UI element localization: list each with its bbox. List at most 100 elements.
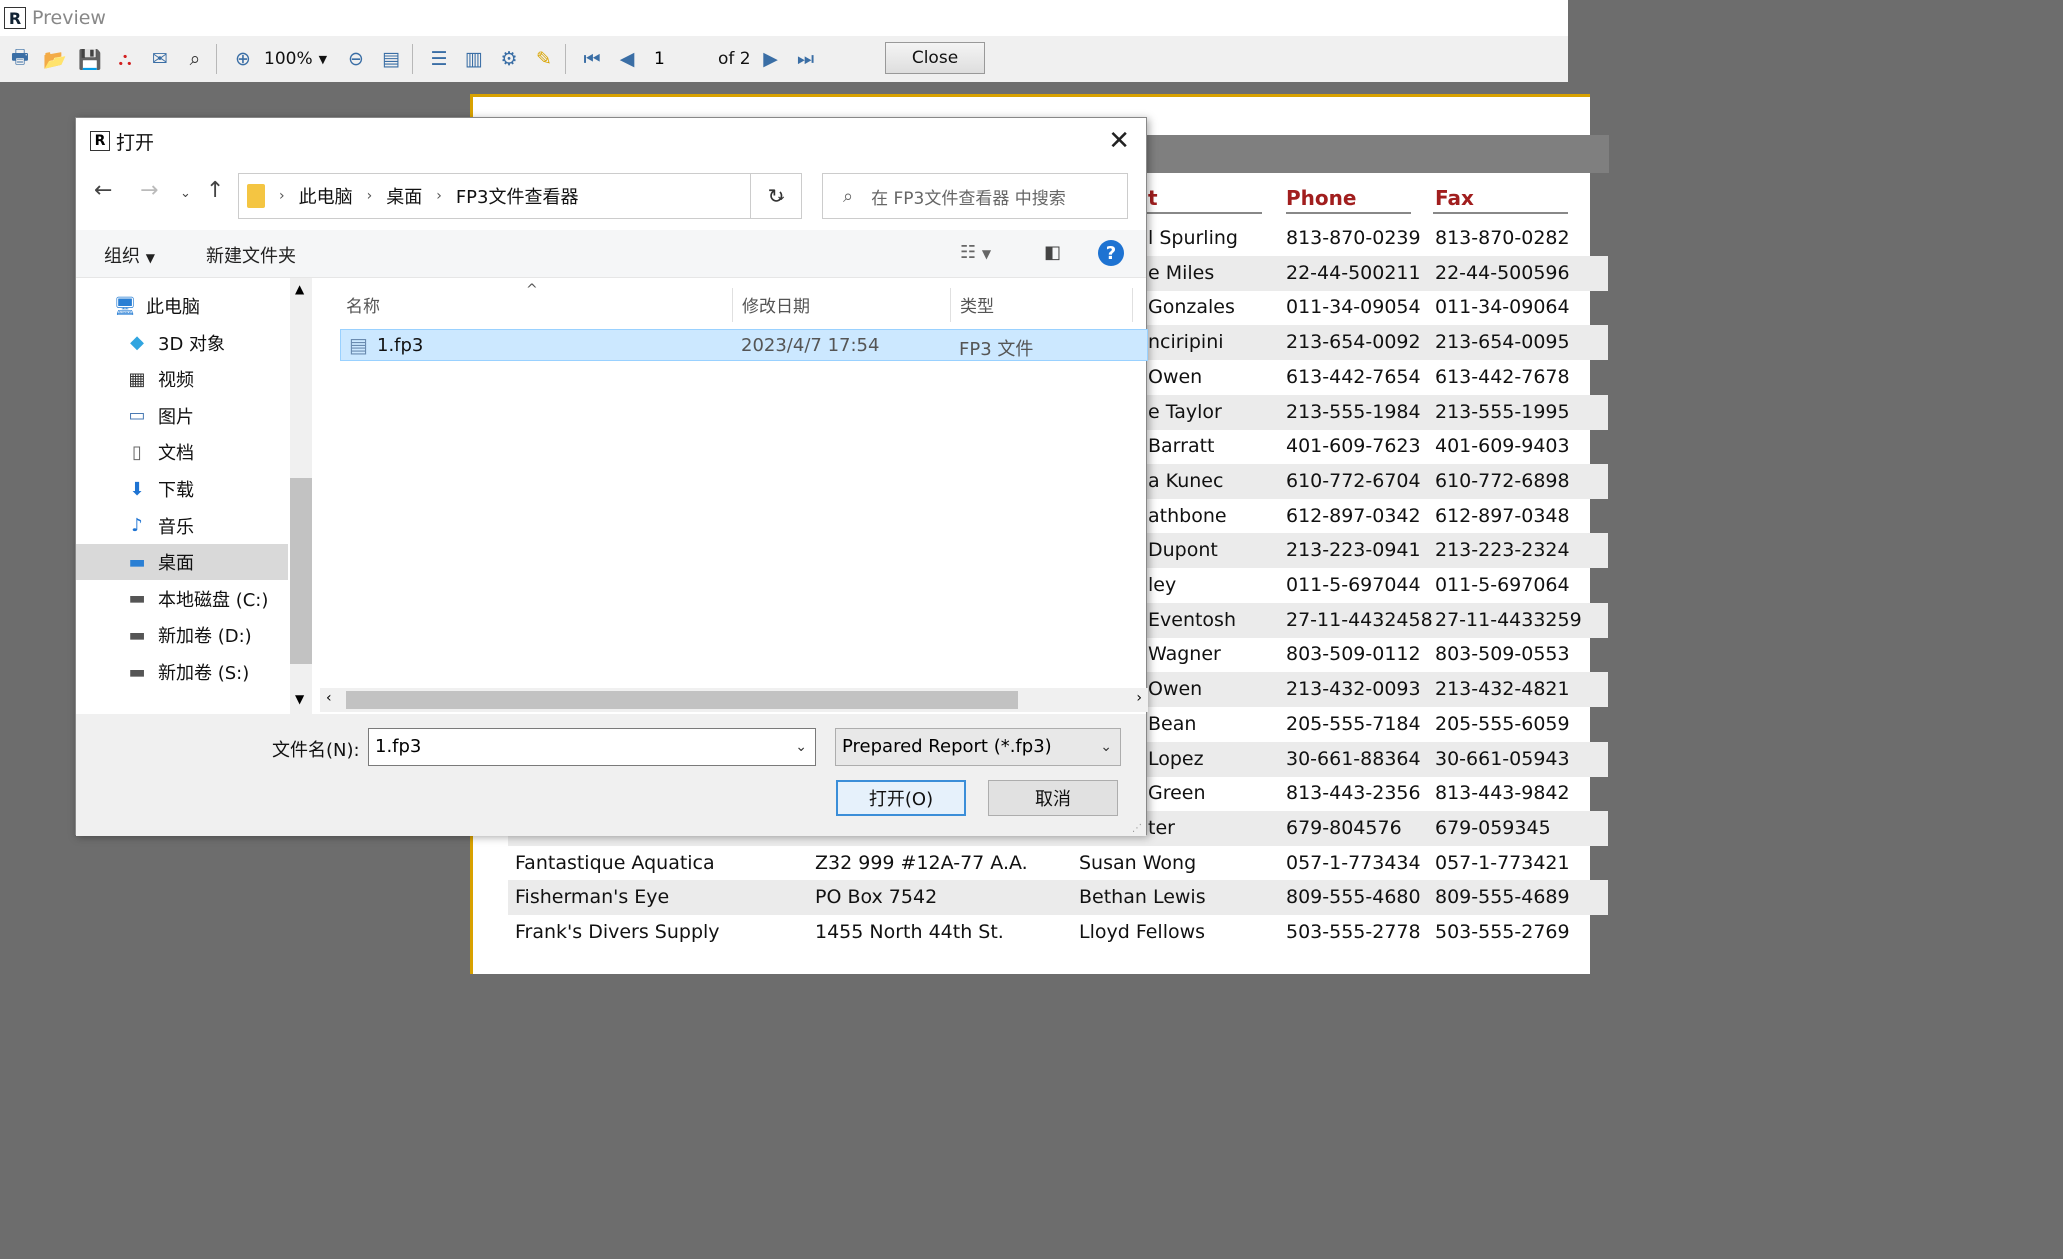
contact-cell: Eventosh: [1148, 608, 1236, 631]
first-page-icon[interactable]: ⏮: [577, 44, 607, 74]
page-setup-icon[interactable]: ⚙: [494, 44, 524, 74]
back-arrow-icon[interactable]: ←: [94, 178, 112, 203]
contact-cell: e Miles: [1148, 261, 1215, 284]
drive-icon: ▬: [128, 588, 146, 610]
email-icon[interactable]: ✉: [145, 44, 175, 74]
breadcrumb-item[interactable]: FP3文件查看器: [456, 183, 579, 209]
last-page-icon[interactable]: ⏭: [791, 44, 821, 74]
contact-cell: Lopez: [1148, 747, 1204, 770]
chevron-left-icon[interactable]: ‹: [326, 690, 332, 706]
prev-page-icon[interactable]: ◀: [612, 44, 642, 74]
hscroll-thumb[interactable]: [346, 691, 1018, 709]
tree-item[interactable]: ♪ 音乐: [76, 508, 288, 544]
save-icon[interactable]: 💾: [75, 44, 105, 74]
outline-icon[interactable]: ☰: [424, 44, 454, 74]
tree-scroll-thumb[interactable]: [290, 478, 312, 664]
filetype-select[interactable]: Prepared Report (*.fp3) ⌄: [835, 728, 1121, 766]
chevron-right-icon[interactable]: ›: [1136, 690, 1142, 706]
picture-icon: ▭: [128, 405, 146, 427]
file-type: FP3 文件: [959, 339, 1034, 360]
organize-menu[interactable]: 组织 ▼: [104, 242, 155, 268]
search-box[interactable]: ⌕ 在 FP3文件查看器 中搜索: [822, 173, 1128, 219]
tree-item[interactable]: ▬ 本地磁盘 (C:): [76, 581, 288, 617]
address-bar[interactable]: › 此电脑 › 桌面 › FP3文件查看器 ⌄: [238, 173, 802, 219]
phone-cell: 612-897-0342: [1286, 504, 1421, 527]
view-options-icon[interactable]: ☷ ▼: [960, 242, 991, 263]
zoom-in-icon[interactable]: ⊕: [228, 44, 258, 74]
column-modified[interactable]: 修改日期: [742, 292, 810, 317]
phone-cell: 213-654-0092: [1286, 331, 1421, 354]
tree-scrollbar[interactable]: ▲ ▼: [290, 278, 312, 714]
tree-item[interactable]: ▬ 桌面: [76, 544, 288, 581]
help-icon[interactable]: ?: [1098, 240, 1124, 266]
phone-cell: 30-661-88364: [1286, 747, 1421, 770]
header-underline: [1433, 212, 1568, 214]
print-icon[interactable]: 🖶: [5, 44, 35, 74]
up-arrow-icon[interactable]: ↑: [206, 178, 224, 203]
table-row: Fisherman's Eye PO Box 7542 Bethan Lewis 80…: [508, 880, 1608, 916]
close-button[interactable]: Close: [885, 42, 985, 74]
contact-cell: Owen: [1148, 678, 1203, 701]
open-button[interactable]: 打开(O): [836, 780, 966, 816]
tree-item[interactable]: ▬ 新加卷 (S:): [76, 654, 288, 690]
thumbnails-icon[interactable]: ▥: [459, 44, 489, 74]
tree-item[interactable]: 🖥 此电脑: [76, 288, 288, 324]
tree-item-label: 桌面: [158, 553, 194, 575]
cancel-button[interactable]: 取消: [988, 780, 1118, 816]
breadcrumb-item[interactable]: 此电脑: [299, 183, 353, 209]
tree-item[interactable]: ▦ 视频: [76, 361, 288, 397]
filename-input[interactable]: 1.fp3 ⌄: [368, 728, 816, 766]
column-divider[interactable]: [732, 288, 733, 322]
tree-item-label: 视频: [158, 370, 194, 392]
phone-cell: 809-555-4680: [1286, 886, 1421, 909]
column-divider[interactable]: [950, 288, 951, 322]
tree-item[interactable]: ⬇ 下载: [76, 471, 288, 507]
toolbar-separator: [565, 44, 566, 74]
next-page-icon[interactable]: ▶: [756, 44, 786, 74]
contact-cell: Barratt: [1148, 435, 1215, 458]
fax-cell: 213-223-2324: [1435, 539, 1570, 562]
chevron-up-icon[interactable]: ▲: [295, 282, 304, 296]
column-name[interactable]: 名称: [346, 292, 380, 317]
document-icon: ▯: [132, 441, 142, 463]
refresh-icon[interactable]: ↻: [750, 173, 802, 219]
zoom-value: 100%: [264, 49, 313, 69]
column-divider[interactable]: [1132, 288, 1133, 322]
zoom-out-icon[interactable]: ⊖: [341, 44, 371, 74]
file-name: 1.fp3: [377, 335, 424, 356]
tree-item-label: 图片: [158, 406, 194, 428]
resize-grip-icon[interactable]: ⋰: [1132, 823, 1142, 834]
phone-cell: 22-44-500211: [1286, 261, 1421, 284]
file-row[interactable]: ▤ 1.fp3 2023/4/7 17:54 FP3 文件: [340, 329, 1148, 361]
new-folder-button[interactable]: 新建文件夹: [206, 242, 296, 268]
navigation-tree: 🖥 此电脑 ◆ 3D 对象 ▦ 视频 ▭ 图片 ▯ 文档 ⬇ 下载 ♪ 音乐 ▬ 桌面 ▬ 本地磁盘 (C:) ▬ 新…: [76, 278, 312, 714]
close-icon[interactable]: ✕: [1108, 126, 1130, 156]
preview-pane-icon[interactable]: ◧: [1044, 242, 1061, 263]
tree-item[interactable]: ◆ 3D 对象: [76, 325, 288, 361]
chevron-down-icon[interactable]: ⌄: [795, 729, 807, 765]
contact-cell: athbone: [1148, 504, 1227, 527]
edit-icon[interactable]: ✎: [529, 44, 559, 74]
find-icon[interactable]: ⌕: [180, 44, 210, 74]
forward-arrow-icon[interactable]: →: [140, 178, 158, 203]
sort-up-icon: ^: [526, 282, 538, 298]
file-list-hscrollbar[interactable]: ‹ ›: [320, 688, 1148, 712]
tree-item[interactable]: ▬ 新加卷 (D:): [76, 617, 288, 653]
chevron-down-icon[interactable]: ▼: [295, 692, 304, 706]
header-underline: [1286, 212, 1411, 214]
tree-item[interactable]: ▭ 图片: [76, 398, 288, 434]
recent-locations-icon[interactable]: ⌄: [180, 186, 191, 201]
contact-cell: ley: [1148, 574, 1177, 596]
contact-cell: Bethan Lewis: [1079, 886, 1206, 909]
desktop-icon: ▬: [128, 551, 146, 573]
pdf-icon[interactable]: ⛬: [110, 44, 140, 74]
page-number-input[interactable]: 1: [652, 45, 708, 73]
zoom-select[interactable]: 100% ▼: [264, 45, 336, 73]
file-list-header: 名称 ^ 修改日期 类型: [320, 282, 1148, 324]
tree-item[interactable]: ▯ 文档: [76, 434, 288, 470]
full-page-icon[interactable]: ▤: [376, 44, 406, 74]
breadcrumb-item[interactable]: 桌面: [386, 183, 422, 209]
phone-cell: 613-442-7654: [1286, 365, 1421, 388]
column-type[interactable]: 类型: [960, 292, 994, 317]
open-icon[interactable]: 📂: [40, 44, 70, 74]
